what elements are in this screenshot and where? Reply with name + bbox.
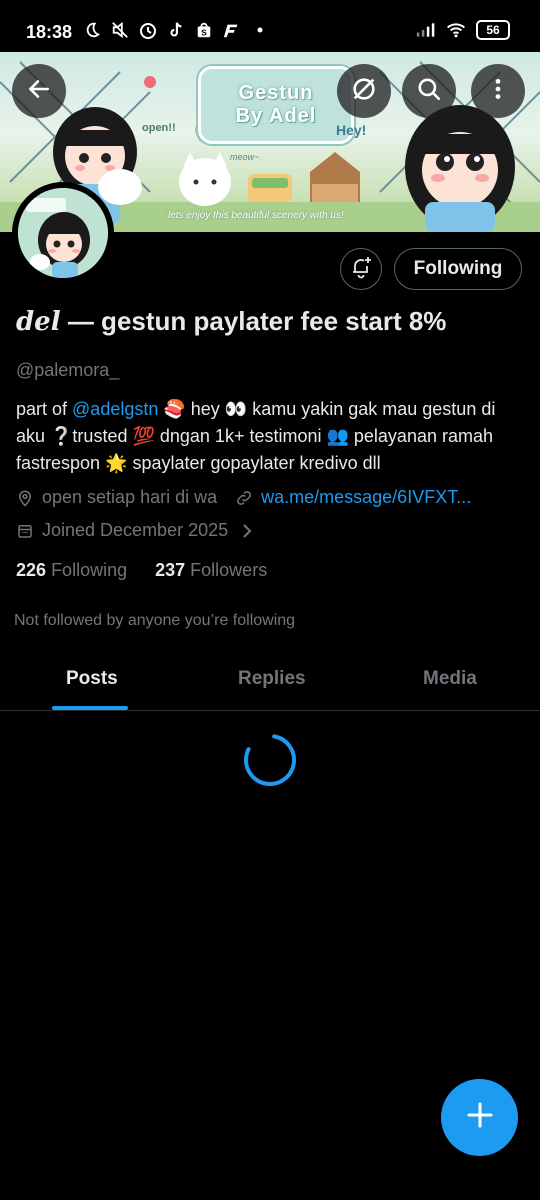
followers-stat[interactable]: 237 Followers (155, 560, 267, 581)
following-button[interactable]: Following (394, 248, 522, 290)
followers-count: 237 (155, 560, 186, 580)
chevron-right-icon (240, 523, 254, 539)
search-icon (416, 76, 442, 107)
location-pin-icon (16, 489, 34, 507)
bio-mention-link[interactable]: @adelgstn (72, 399, 158, 419)
display-name-styled: del (16, 307, 61, 337)
svg-text:S: S (201, 28, 207, 37)
banner-note-enjoy: lets enjoy this beautiful scenery with u… (168, 210, 344, 221)
grok-button[interactable] (337, 64, 391, 118)
banner-note-meow: meow~ (230, 152, 260, 162)
avatar[interactable] (12, 182, 114, 284)
following-label: Following (51, 560, 128, 580)
bio-prefix: part of (16, 399, 73, 419)
user-handle: @palemora_ (16, 360, 120, 380)
tab-media[interactable]: Media (423, 668, 477, 690)
display-name: del — gestun paylater fee start 8% (16, 306, 446, 337)
status-bar: 18:38 S 56 (0, 0, 540, 52)
followers-label: Followers (190, 560, 268, 580)
more-button[interactable] (471, 64, 525, 118)
display-name-rest: — gestun paylater fee start 8% (60, 306, 447, 336)
loading-spinner-icon (243, 733, 297, 792)
search-button[interactable] (402, 64, 456, 118)
app-f-icon (222, 20, 242, 40)
following-count: 226 (16, 560, 47, 580)
banner-sign-line2: By Adel (235, 105, 317, 127)
banner-sign-line1: Gestun (238, 82, 314, 104)
tab-posts[interactable]: Posts (66, 668, 118, 690)
website-link[interactable]: wa.me/message/6IVFXT... (261, 487, 471, 508)
plus-icon (465, 1100, 495, 1135)
link-icon (235, 489, 253, 507)
followed-by-note: Not followed by anyone you’re following (14, 612, 296, 629)
alarm-icon (138, 20, 158, 40)
signal-icon (416, 20, 436, 40)
dot-icon (250, 20, 270, 40)
tiktok-icon (166, 20, 186, 40)
back-arrow-icon (26, 76, 52, 107)
following-stat[interactable]: 226 Following (16, 560, 127, 581)
banner-sign: Gestun By Adel (198, 66, 354, 144)
calendar-icon (16, 522, 34, 540)
status-time: 18:38 (26, 22, 73, 42)
moon-icon (82, 20, 102, 40)
banner-note-open: open!! (142, 122, 176, 134)
joined-text: Joined December 2025 (42, 520, 229, 540)
slashed-circle-icon (350, 75, 378, 108)
profile-tabs: Posts Replies Media (0, 652, 540, 711)
compose-post-button[interactable] (441, 1079, 518, 1156)
back-button[interactable] (12, 64, 66, 118)
location-text: open setiap hari di wa (42, 487, 218, 507)
status-icons-left: S (82, 20, 270, 40)
tab-replies[interactable]: Replies (238, 668, 306, 690)
meta-joined-row[interactable]: Joined December 2025 (16, 520, 262, 541)
shopee-icon: S (194, 20, 214, 40)
banner-note-hey: Hey! (336, 122, 367, 138)
battery-icon: 56 (476, 20, 510, 40)
bio: part of @adelgstn 🍣 hey 👀 kamu yakin gak… (16, 396, 528, 477)
mute-icon (110, 20, 130, 40)
avatar-image (18, 188, 108, 278)
bell-plus-icon (349, 255, 373, 284)
notify-button[interactable] (340, 248, 382, 290)
status-icons-right: 56 (416, 20, 510, 40)
wifi-icon (446, 20, 466, 40)
follow-stats: 226 Following 237 Followers (16, 560, 267, 581)
active-tab-indicator (52, 706, 128, 710)
meta-location-row: open setiap hari di wa wa.me/message/6IV… (16, 487, 471, 508)
more-vertical-icon (485, 76, 511, 107)
